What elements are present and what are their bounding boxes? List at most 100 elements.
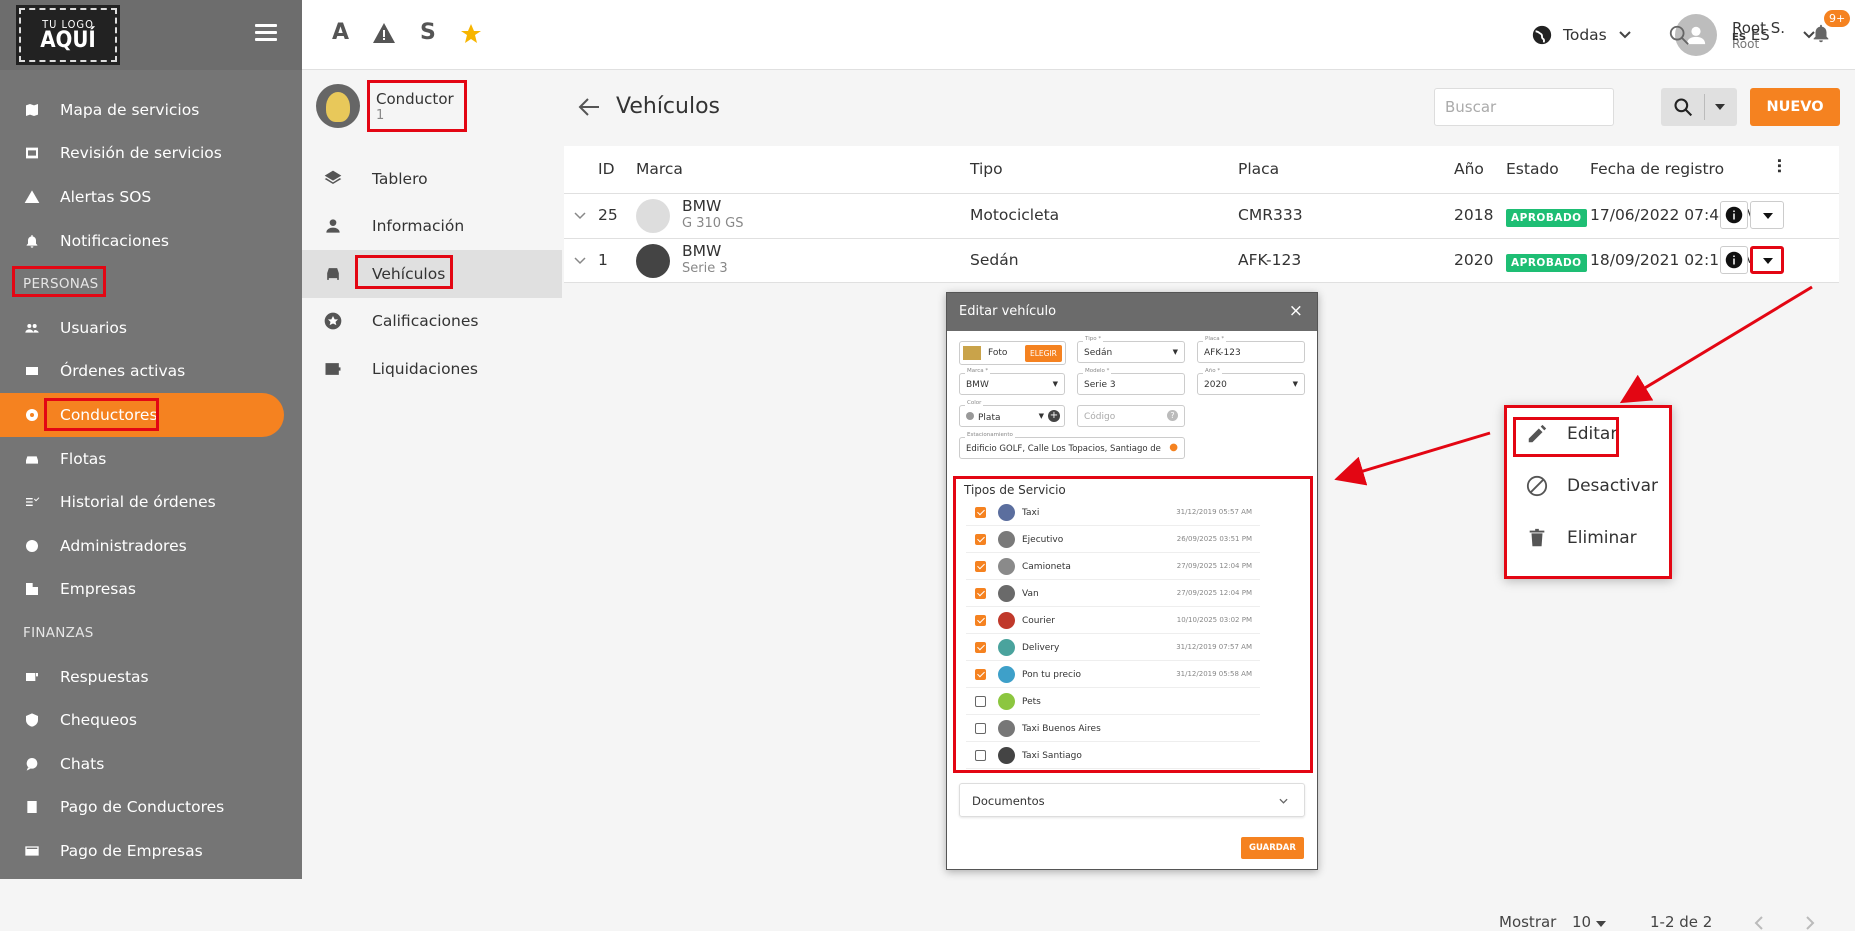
- tipo-select[interactable]: Tipo * Sedán ▼: [1077, 336, 1185, 363]
- close-icon[interactable]: ×: [1289, 301, 1303, 321]
- service-date: 26/09/2025 03:51 PM: [1176, 535, 1252, 543]
- col-status[interactable]: Estado: [1506, 160, 1559, 178]
- toolbar-letter-s[interactable]: S: [420, 20, 436, 45]
- col-plate[interactable]: Placa: [1238, 160, 1279, 178]
- modelo-field[interactable]: Modelo * Serie 3: [1077, 368, 1185, 395]
- more-options-icon[interactable]: ⋯: [1770, 158, 1788, 173]
- expand-icon[interactable]: [574, 212, 586, 220]
- tab-label: Vehículos: [372, 264, 446, 283]
- sidebar-item-pago-conductores[interactable]: Pago de Conductores: [0, 786, 302, 830]
- add-color-icon[interactable]: +: [1048, 410, 1060, 422]
- row-actions-button[interactable]: [1750, 201, 1784, 229]
- sidebar-item-ordenes[interactable]: Órdenes activas: [0, 350, 302, 394]
- tab-informacion[interactable]: Información: [302, 203, 562, 251]
- sidebar-item-mapa[interactable]: Mapa de servicios: [0, 88, 302, 132]
- cell-id: 1: [598, 250, 608, 269]
- service-checkbox[interactable]: [975, 507, 986, 518]
- col-type[interactable]: Tipo: [970, 160, 1003, 178]
- sidebar-item-historial[interactable]: Historial de órdenes: [0, 480, 302, 524]
- info-button[interactable]: [1720, 245, 1748, 274]
- col-year[interactable]: Año: [1454, 160, 1484, 178]
- col-id[interactable]: ID: [598, 160, 615, 178]
- service-checkbox[interactable]: [975, 588, 986, 599]
- payment-icon: [24, 799, 40, 815]
- col-brand[interactable]: Marca: [636, 160, 683, 178]
- toolbar-letter-a[interactable]: A: [332, 20, 349, 45]
- next-page-icon[interactable]: [1805, 916, 1815, 930]
- location-pin-icon[interactable]: ●: [1169, 442, 1178, 453]
- star-icon[interactable]: [459, 22, 483, 50]
- service-checkbox[interactable]: [975, 642, 986, 653]
- tab-vehiculos[interactable]: Vehículos: [302, 250, 562, 298]
- prev-page-icon[interactable]: [1754, 916, 1764, 930]
- language-selector[interactable]: ES ES: [1732, 26, 1770, 44]
- new-button[interactable]: NUEVO: [1750, 88, 1840, 126]
- service-row[interactable]: Delivery 31/12/2019 07:57 AM: [966, 634, 1260, 661]
- sidebar-item-revision[interactable]: Revisión de servicios: [0, 132, 302, 176]
- service-checkbox[interactable]: [975, 561, 986, 572]
- menu-item-eliminar[interactable]: Eliminar: [1507, 512, 1669, 564]
- region-selector[interactable]: Todas: [1531, 24, 1631, 46]
- tab-label: Liquidaciones: [372, 359, 478, 378]
- service-row[interactable]: Taxi 31/12/2019 05:57 AM: [966, 499, 1260, 526]
- info-button[interactable]: [1720, 201, 1748, 229]
- sidebar-item-pago-empresas[interactable]: Pago de Empresas: [0, 829, 302, 873]
- sidebar-item-administradores[interactable]: Administradores: [0, 524, 302, 568]
- sidebar-item-flotas[interactable]: Flotas: [0, 437, 302, 481]
- sidebar-item-conductores[interactable]: Conductores: [0, 393, 284, 437]
- service-row[interactable]: Pon tu precio 31/12/2019 05:58 AM: [966, 661, 1260, 688]
- service-checkbox[interactable]: [975, 534, 986, 545]
- tab-liquidaciones[interactable]: Liquidaciones: [302, 345, 562, 393]
- service-icon: [998, 612, 1015, 629]
- back-arrow-icon[interactable]: [578, 98, 600, 116]
- service-row[interactable]: Taxi Santiago: [966, 742, 1260, 769]
- service-row[interactable]: Taxi Buenos Aires: [966, 715, 1260, 742]
- menu-toggle-icon[interactable]: [255, 24, 277, 42]
- field-value: Edificio GOLF, Calle Los Topacios, Santi…: [966, 444, 1161, 454]
- help-icon[interactable]: ?: [1167, 410, 1178, 421]
- per-page-select[interactable]: 10: [1572, 913, 1606, 931]
- logo[interactable]: TU LOGO AQUÍ: [16, 5, 120, 65]
- sidebar-item-respuestas[interactable]: Respuestas: [0, 655, 302, 699]
- service-checkbox[interactable]: [975, 615, 986, 626]
- table-row[interactable]: 1 BMW Serie 3 Sedán AFK-123 2020 APROBAD…: [564, 239, 1839, 283]
- marca-select[interactable]: Marca * BMW ▼: [959, 368, 1065, 395]
- expand-icon[interactable]: [574, 256, 586, 265]
- estacionamiento-field[interactable]: Estacionamiento Edificio GOLF, Calle Los …: [959, 432, 1185, 459]
- save-button[interactable]: GUARDAR: [1241, 837, 1304, 859]
- sidebar-item-empresas[interactable]: Empresas: [0, 568, 302, 612]
- table-row[interactable]: 25 BMW G 310 GS Motocicleta CMR333 2018 …: [564, 194, 1839, 239]
- tab-tablero[interactable]: Tablero: [302, 155, 562, 203]
- service-checkbox[interactable]: [975, 750, 986, 761]
- sidebar-item-usuarios[interactable]: Usuarios: [0, 306, 302, 350]
- menu-item-desactivar[interactable]: Desactivar: [1507, 460, 1669, 512]
- driver-id: 1: [376, 107, 385, 123]
- search-icon[interactable]: [1668, 24, 1690, 50]
- col-date[interactable]: Fecha de registro: [1590, 160, 1724, 178]
- anio-select[interactable]: Año * 2020 ▼: [1197, 368, 1305, 395]
- tab-calificaciones[interactable]: Calificaciones: [302, 298, 562, 346]
- service-checkbox[interactable]: [975, 696, 986, 707]
- color-swatch: [966, 412, 974, 420]
- color-select[interactable]: Color Plata ▼ +: [959, 400, 1065, 427]
- documents-accordion[interactable]: Documentos: [959, 783, 1305, 817]
- sidebar-item-notificaciones[interactable]: Notificaciones: [0, 219, 302, 263]
- sidebar-item-alertas[interactable]: Alertas SOS: [0, 175, 302, 219]
- choose-photo-button[interactable]: ELEGIR: [1025, 345, 1062, 362]
- sidebar-item-chequeos[interactable]: Chequeos: [0, 698, 302, 742]
- service-checkbox[interactable]: [975, 669, 986, 680]
- row-actions-button[interactable]: [1750, 245, 1784, 274]
- service-row[interactable]: Ejecutivo 26/09/2025 03:51 PM: [966, 526, 1260, 553]
- codigo-field[interactable]: Código?: [1077, 405, 1185, 427]
- service-checkbox[interactable]: [975, 723, 986, 734]
- service-row[interactable]: Pets: [966, 688, 1260, 715]
- placa-field[interactable]: Placa * AFK-123: [1197, 336, 1305, 363]
- warning-icon[interactable]: [372, 22, 396, 48]
- search-button[interactable]: [1661, 88, 1737, 126]
- service-row[interactable]: Courier 10/10/2025 03:02 PM: [966, 607, 1260, 634]
- menu-item-editar[interactable]: Editar: [1507, 408, 1669, 460]
- service-row[interactable]: Camioneta 27/09/2025 12:04 PM: [966, 553, 1260, 580]
- service-row[interactable]: Van 27/09/2025 12:04 PM: [966, 580, 1260, 607]
- sidebar-item-chats[interactable]: Chats: [0, 742, 302, 786]
- search-input[interactable]: Buscar: [1434, 88, 1614, 126]
